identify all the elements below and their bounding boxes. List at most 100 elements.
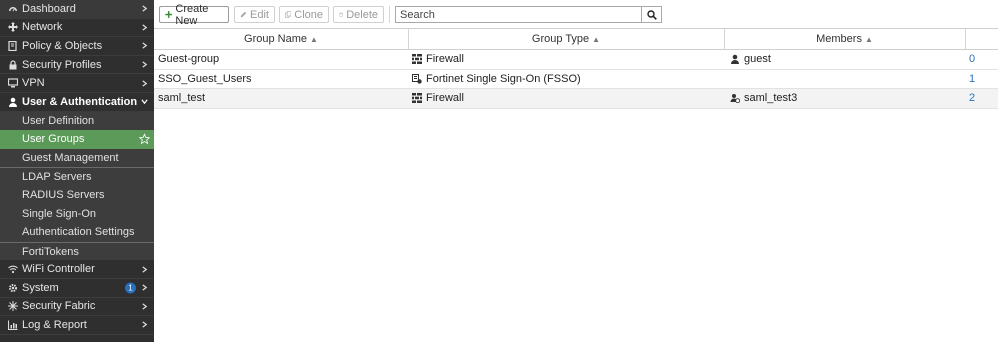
user-icon [731,54,739,65]
plus-icon [165,11,173,18]
sidebar-item-label: Security Profiles [22,58,102,71]
policy-icon [7,40,18,51]
chevron-right-icon [140,5,148,13]
user-icon [7,96,18,107]
star-icon[interactable] [138,133,151,145]
sidebar-item-user-groups[interactable]: User Groups [0,130,154,149]
sidebar-item-label: VPN [22,77,45,90]
sidebar-item-label: Security Fabric [22,300,96,313]
sidebar-item-authentication-settings[interactable]: Authentication Settings [0,223,154,242]
sort-icon: ▲︎ [592,34,601,44]
sort-icon: ▲︎ [864,34,873,44]
sort-icon: ▲︎ [310,34,318,44]
sidebar-item-fortitokens[interactable]: FortiTokens [0,241,154,261]
sidebar-item-radius-servers[interactable]: RADIUS Servers [0,185,154,205]
group-type-cell: Firewall [412,50,464,69]
ref-count-link[interactable]: 2 [969,89,975,108]
monitor-icon [7,78,18,89]
sidebar-item-vpn[interactable]: VPN [0,74,154,93]
search-icon [646,9,657,20]
column-header-group-type[interactable]: Group Type ▲︎ [408,29,724,49]
chevron-right-icon [140,284,148,292]
sidebar-item-label: Dashboard [22,2,76,15]
sidebar-item-security-fabric[interactable]: Security Fabric [0,298,154,317]
column-divider [724,28,725,50]
table-header: Group Name ▲︎ Group Type ▲︎ Members ▲︎ [154,28,998,50]
search-button[interactable] [641,6,662,23]
group-type-cell: Fortinet Single Sign-On (FSSO) [412,70,581,89]
delete-label: Delete [346,8,378,21]
create-new-label: Create New [175,2,209,27]
network-icon [7,22,18,33]
chevron-right-icon [140,265,148,273]
lock-icon [7,59,18,70]
sidebar-item-policy-objects[interactable]: Policy & Objects [0,37,154,56]
fabric-icon [7,301,18,312]
sidebar-item-label: Guest Management [22,152,119,165]
sidebar-item-label: System [22,281,59,294]
toolbar: Create New Edit Clone Delete [154,0,998,28]
sidebar-item-user-authentication[interactable]: User & Authentication [0,93,154,112]
sidebar-item-label: Single Sign-On [22,207,96,220]
dashboard-icon [7,3,18,14]
chevron-right-icon [140,23,148,31]
sidebar-item-wifi-controller[interactable]: WiFi Controller [0,260,154,279]
chevron-right-icon [140,321,148,329]
search-input[interactable] [395,6,642,23]
notification-badge: 1 [125,282,136,294]
ref-count-link[interactable]: 1 [969,70,975,89]
sidebar-item-single-sign-on[interactable]: Single Sign-On [0,204,154,224]
sidebar-item-security-profiles[interactable]: Security Profiles [0,56,154,75]
ref-count-link[interactable]: 0 [969,50,975,69]
column-divider [965,28,966,50]
firewall-icon [412,54,422,65]
sidebar-item-label: Log & Report [22,318,87,331]
table-row[interactable]: Guest-group Firewall guest 0 [154,50,998,70]
sidebar-item-label: WiFi Controller [22,263,95,276]
clone-icon [285,11,292,18]
column-divider [408,28,409,50]
sidebar-item-label: User Definition [22,114,95,127]
sidebar-item-label: User Groups [22,133,85,146]
edit-button[interactable]: Edit [234,6,275,23]
chevron-right-icon [140,302,148,310]
members-cell: saml_test3 [730,89,797,108]
gear-icon [7,282,18,293]
clone-label: Clone [294,8,323,21]
column-header-members[interactable]: Members ▲︎ [724,29,965,49]
sidebar-item-dashboard[interactable]: Dashboard [0,0,154,19]
sidebar-item-guest-management[interactable]: Guest Management [0,148,154,168]
column-header-group-name[interactable]: Group Name ▲︎ [154,29,408,49]
sidebar-item-label: Policy & Objects [22,39,103,52]
chevron-down-icon [140,98,148,106]
sidebar-item-system[interactable]: System 1 [0,279,154,298]
toolbar-divider [389,6,390,23]
sidebar: Dashboard Network Policy & Objects Secur… [0,0,154,342]
sidebar-item-label: FortiTokens [22,245,79,258]
chart-icon [7,319,18,330]
group-type-cell: Firewall [412,89,464,108]
chevron-right-icon [140,61,148,69]
members-cell: guest [730,50,771,69]
firewall-icon [412,93,422,104]
edit-label: Edit [250,8,269,21]
sidebar-item-ldap-servers[interactable]: LDAP Servers [0,167,154,186]
group-name-cell: SSO_Guest_Users [158,72,252,85]
sidebar-item-network[interactable]: Network [0,19,154,38]
sidebar-item-label: User & Authentication [22,95,138,108]
sidebar-item-user-definition[interactable]: User Definition [0,111,154,131]
clone-button[interactable]: Clone [279,6,329,23]
group-name-cell: Guest-group [158,53,220,66]
table-row[interactable]: saml_test Firewall saml_test3 2 [154,89,998,109]
pencil-icon [240,11,247,18]
group-name-cell: saml_test [158,92,206,105]
create-new-button[interactable]: Create New [159,3,229,27]
sidebar-item-label: RADIUS Servers [22,189,105,202]
table-row[interactable]: SSO_Guest_Users Fortinet Single Sign-On … [154,70,998,89]
fsso-icon [412,73,422,84]
chevron-right-icon [140,79,148,87]
delete-button[interactable]: Delete [333,6,384,23]
sidebar-item-log-report[interactable]: Log & Report [0,316,154,335]
sidebar-item-label: Authentication Settings [22,226,135,239]
sidebar-item-label: LDAP Servers [22,171,92,184]
